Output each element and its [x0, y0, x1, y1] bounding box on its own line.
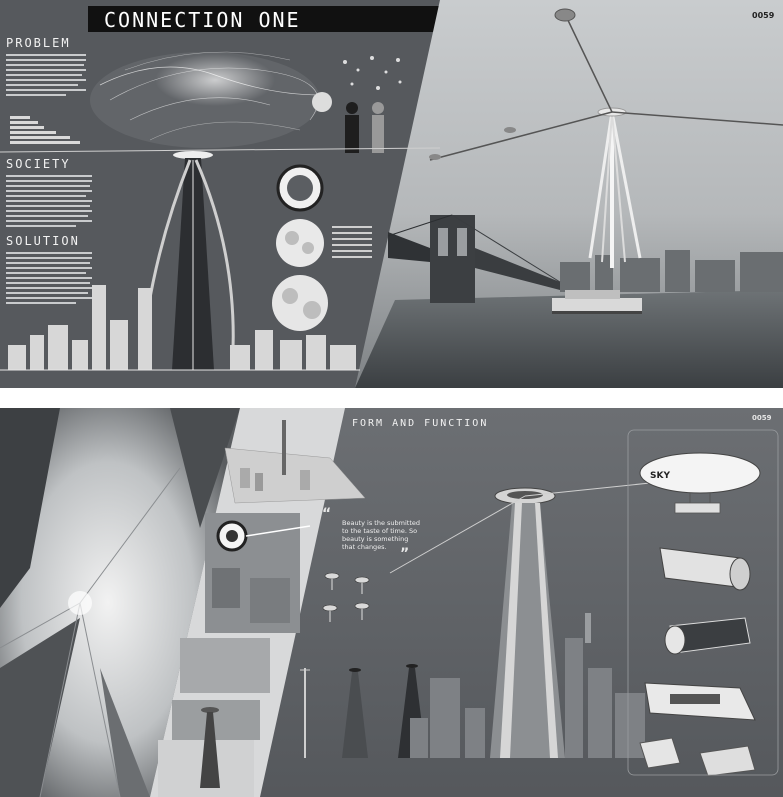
- collage-interior-views: [172, 638, 270, 740]
- quote-line-3: beauty is something: [342, 535, 408, 543]
- detail-circles: [272, 164, 328, 331]
- quote-open-mark: “: [322, 506, 331, 522]
- quote-line-2: to the taste of time. So: [342, 527, 417, 535]
- quote-line-1: Beauty is the submitted: [342, 519, 420, 527]
- board-title: CONNECTION ONE: [104, 8, 301, 32]
- quote-close-mark: ”: [400, 546, 409, 562]
- heading-problem: PROBLEM: [6, 36, 71, 50]
- page-number-2: 0059: [752, 414, 772, 422]
- heading-solution: SOLUTION: [6, 234, 80, 248]
- upward-view-hub: [68, 591, 92, 615]
- board-1-artwork: CONNECTION ONE 0059 PROBLEM SOCIETY SOLU…: [0, 0, 783, 388]
- collage-aerial-map: [205, 513, 311, 633]
- board-divider: [0, 388, 783, 408]
- section-title-form-function: FORM AND FUNCTION: [352, 418, 488, 429]
- heading-society: SOCIETY: [6, 157, 71, 171]
- airship-logo: SKY: [650, 471, 670, 481]
- world-network-map: [90, 51, 321, 148]
- poster-board-2: FORM AND FUNCTION 0059 “ Beauty is the s…: [0, 408, 783, 797]
- page-number-1: 0059: [752, 11, 775, 20]
- board-2-artwork: FORM AND FUNCTION 0059 “ Beauty is the s…: [0, 408, 783, 797]
- poster-board-1: CONNECTION ONE 0059 PROBLEM SOCIETY SOLU…: [0, 0, 783, 388]
- hero-skyscraper-spire: [585, 613, 591, 643]
- small-pie-graphic: [312, 92, 332, 112]
- quote-line-4: that changes.: [342, 543, 387, 551]
- problem-body-text: [6, 54, 86, 96]
